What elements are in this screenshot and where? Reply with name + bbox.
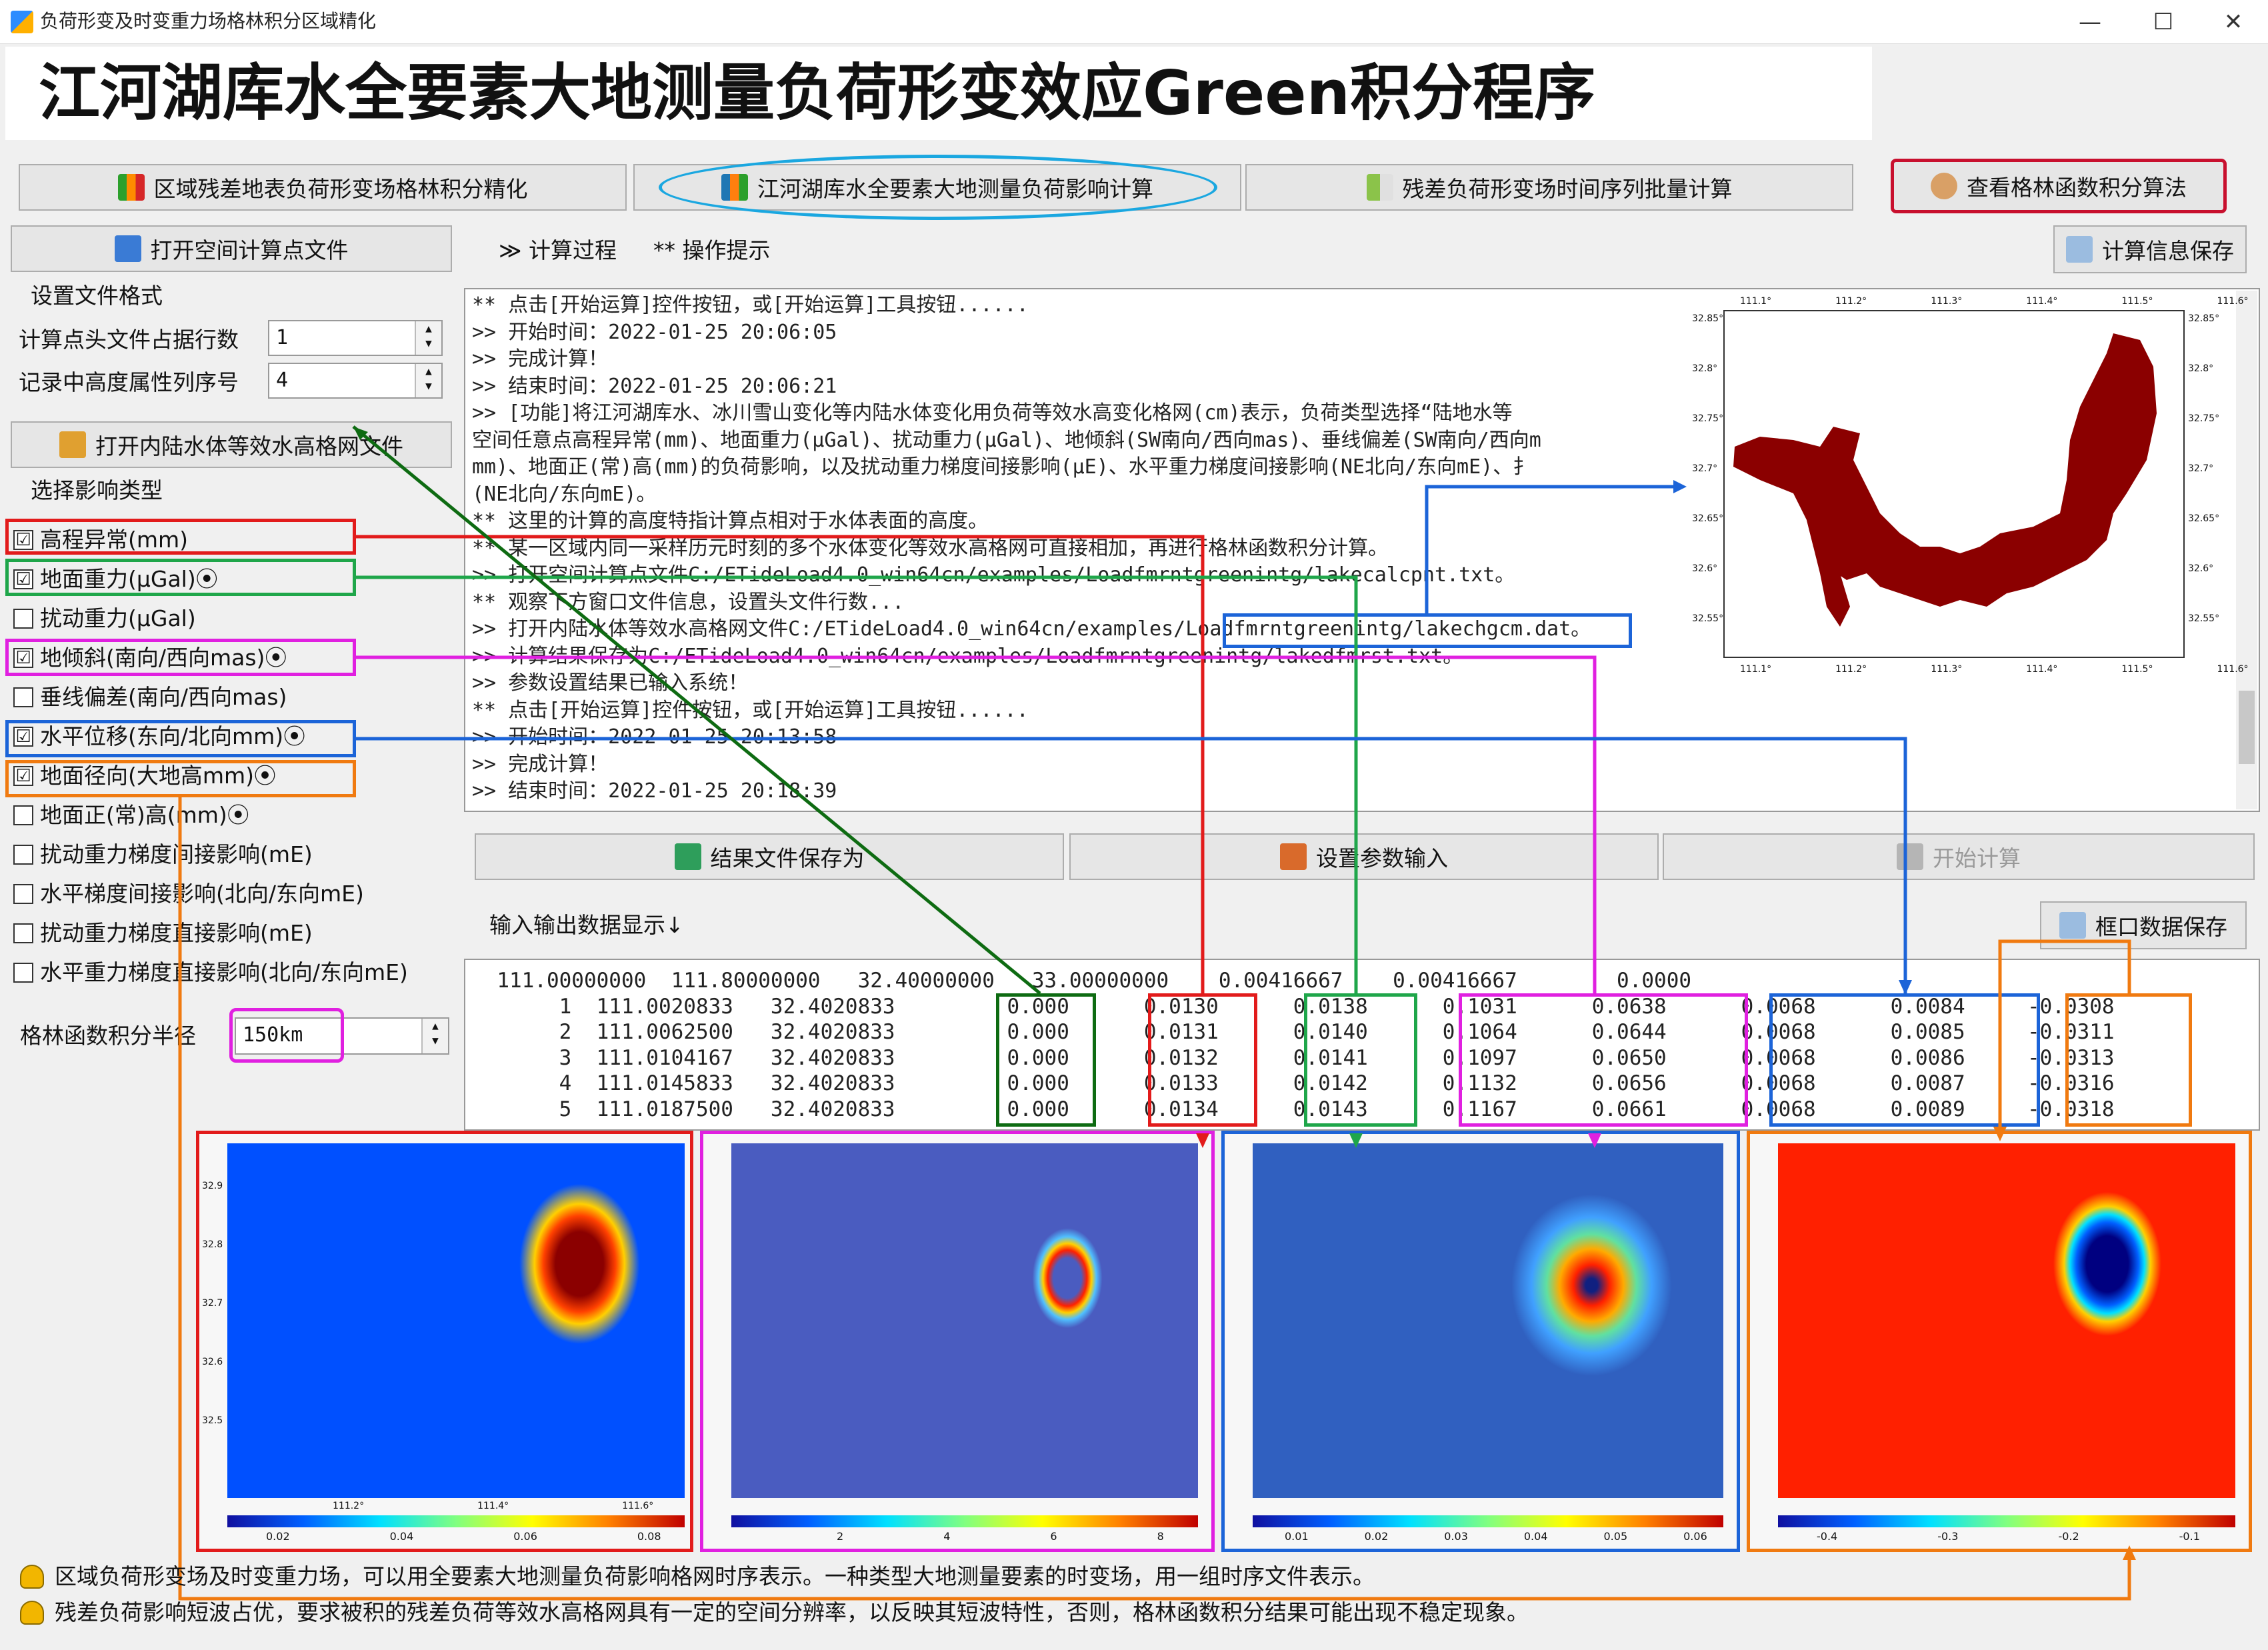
annotation-connectors: [178, 425, 2136, 1601]
bell-icon: [20, 1601, 44, 1625]
status-text: 区域负荷形变场及时变重力场，可以用全要素大地测量负荷影响格网时序表示。一种类型大…: [55, 1563, 1375, 1589]
status-line-2: 残差负荷影响短波占优，要求被积的残差负荷等效水高格网具有一定的空间分辨率，以反映…: [20, 1596, 1529, 1629]
status-text: 残差负荷影响短波占优，要求被积的残差负荷等效水高格网具有一定的空间分辨率，以反映…: [55, 1599, 1529, 1625]
status-line-1: 区域负荷形变场及时变重力场，可以用全要素大地测量负荷影响格网时序表示。一种类型大…: [20, 1560, 1375, 1593]
bell-icon: [20, 1565, 44, 1589]
